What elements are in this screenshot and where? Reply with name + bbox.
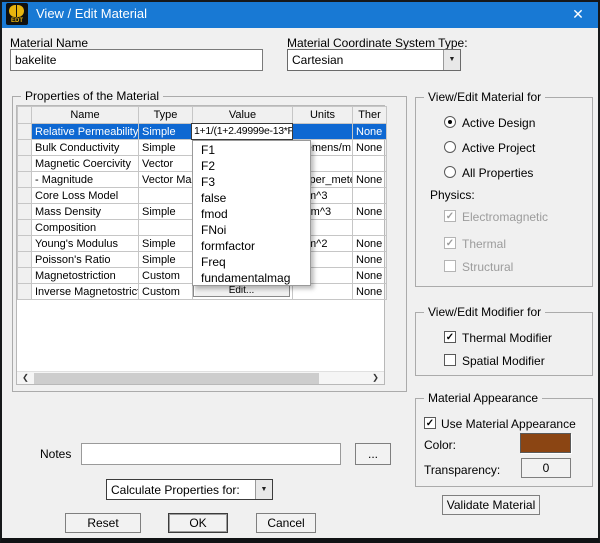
calculate-properties-select[interactable]: Calculate Properties for: ▼ [106, 479, 273, 500]
checkbox-thermal-modifier[interactable]: ✓ [444, 331, 456, 343]
value-edit-input[interactable]: 1+1/(1+2.49999e-13*F [191, 123, 293, 140]
checkbox-structural [444, 260, 456, 272]
radio-active-design[interactable] [444, 116, 456, 128]
transparency-label: Transparency: [424, 463, 501, 477]
scroll-left-icon[interactable]: ❮ [18, 372, 33, 384]
autocomplete-item[interactable]: formfactor [193, 238, 310, 254]
reset-button[interactable]: Reset [65, 513, 141, 533]
cancel-button[interactable]: Cancel [256, 513, 316, 533]
scroll-right-icon[interactable]: ❯ [368, 372, 383, 384]
property-name-cell[interactable]: Mass Density [31, 203, 139, 220]
checkbox-spatial-modifier[interactable] [444, 354, 456, 366]
radio-all-properties[interactable] [444, 166, 456, 178]
property-name-cell[interactable]: Inverse Magnetostriction [31, 283, 139, 300]
properties-group-label: Properties of the Material [21, 89, 164, 103]
property-name-cell[interactable]: Young's Modulus [31, 235, 139, 252]
property-name-cell[interactable]: Poisson's Ratio [31, 251, 139, 268]
horizontal-scrollbar[interactable]: ❮ ❯ [17, 371, 384, 384]
titlebar[interactable]: EDT View / Edit Material ✕ [0, 0, 600, 28]
table-header-row: Name Type Value Units Ther [17, 106, 387, 124]
col-type: Type [138, 106, 193, 124]
property-units-cell[interactable] [292, 123, 353, 140]
notes-label: Notes [40, 447, 72, 461]
chevron-down-icon[interactable]: ▼ [255, 480, 272, 499]
property-name-cell[interactable]: Bulk Conductivity [31, 139, 139, 156]
property-name-cell[interactable]: Magnetic Coercivity [31, 155, 139, 172]
checkbox-use-material-appearance[interactable]: ✓ [424, 417, 436, 429]
property-name-cell[interactable]: Core Loss Model [31, 187, 139, 204]
property-name-cell[interactable]: Relative Permeability [31, 123, 139, 140]
close-icon[interactable]: ✕ [562, 0, 594, 28]
physics-label: Physics: [430, 188, 475, 202]
material-name-label: Material Name [10, 36, 89, 50]
property-thermal-cell[interactable]: None [352, 123, 387, 140]
autocomplete-dropdown: F1 F2 F3 false fmod FNoi formfactor Freq… [192, 140, 311, 286]
autocomplete-item[interactable]: FNoi [193, 222, 310, 238]
autocomplete-item[interactable]: F3 [193, 174, 310, 190]
radio-active-project[interactable] [444, 141, 456, 153]
autocomplete-item[interactable]: Freq [193, 254, 310, 270]
view-edit-material-for-group: View/Edit Material for Active Design Act… [415, 90, 593, 287]
notes-browse-button[interactable]: ... [355, 443, 391, 465]
coordinate-system-label: Material Coordinate System Type: [287, 36, 468, 50]
validate-material-button[interactable]: Validate Material [442, 495, 540, 515]
col-units: Units [292, 106, 353, 124]
col-name: Name [31, 106, 139, 124]
autocomplete-item[interactable]: false [193, 190, 310, 206]
autocomplete-item[interactable]: fundamentalmag [193, 270, 310, 286]
scrollbar-thumb[interactable] [34, 373, 319, 384]
property-name-cell[interactable]: Composition [31, 219, 139, 236]
property-name-cell[interactable]: - Magnitude [31, 171, 139, 188]
checkbox-electromagnetic: ✓ [444, 210, 456, 222]
color-label: Color: [424, 438, 457, 452]
window-title: View / Edit Material [36, 6, 148, 21]
ok-button[interactable]: OK [168, 513, 228, 533]
chevron-down-icon[interactable]: ▼ [443, 50, 460, 70]
property-name-cell[interactable]: Magnetostriction [31, 267, 139, 284]
view-edit-modifier-for-group: View/Edit Modifier for ✓ Thermal Modifie… [415, 305, 593, 376]
transparency-button[interactable]: 0 [521, 458, 571, 478]
col-thermal: Ther [352, 106, 387, 124]
col-value: Value [192, 106, 293, 124]
coordinate-system-select[interactable]: Cartesian ▼ [287, 49, 461, 71]
view-edit-material-dialog: EDT View / Edit Material ✕ Material Name… [0, 0, 600, 543]
edt-app-icon: EDT [6, 3, 28, 25]
autocomplete-item[interactable]: F2 [193, 158, 310, 174]
material-name-input[interactable]: bakelite [10, 49, 263, 71]
color-swatch-button[interactable] [520, 433, 571, 453]
notes-input[interactable] [81, 443, 341, 465]
autocomplete-item[interactable]: fmod [193, 206, 310, 222]
checkbox-thermal: ✓ [444, 237, 456, 249]
autocomplete-item[interactable]: F1 [193, 142, 310, 158]
material-appearance-group: Material Appearance ✓ Use Material Appea… [415, 391, 593, 487]
property-type-cell[interactable]: Simple [138, 123, 193, 140]
